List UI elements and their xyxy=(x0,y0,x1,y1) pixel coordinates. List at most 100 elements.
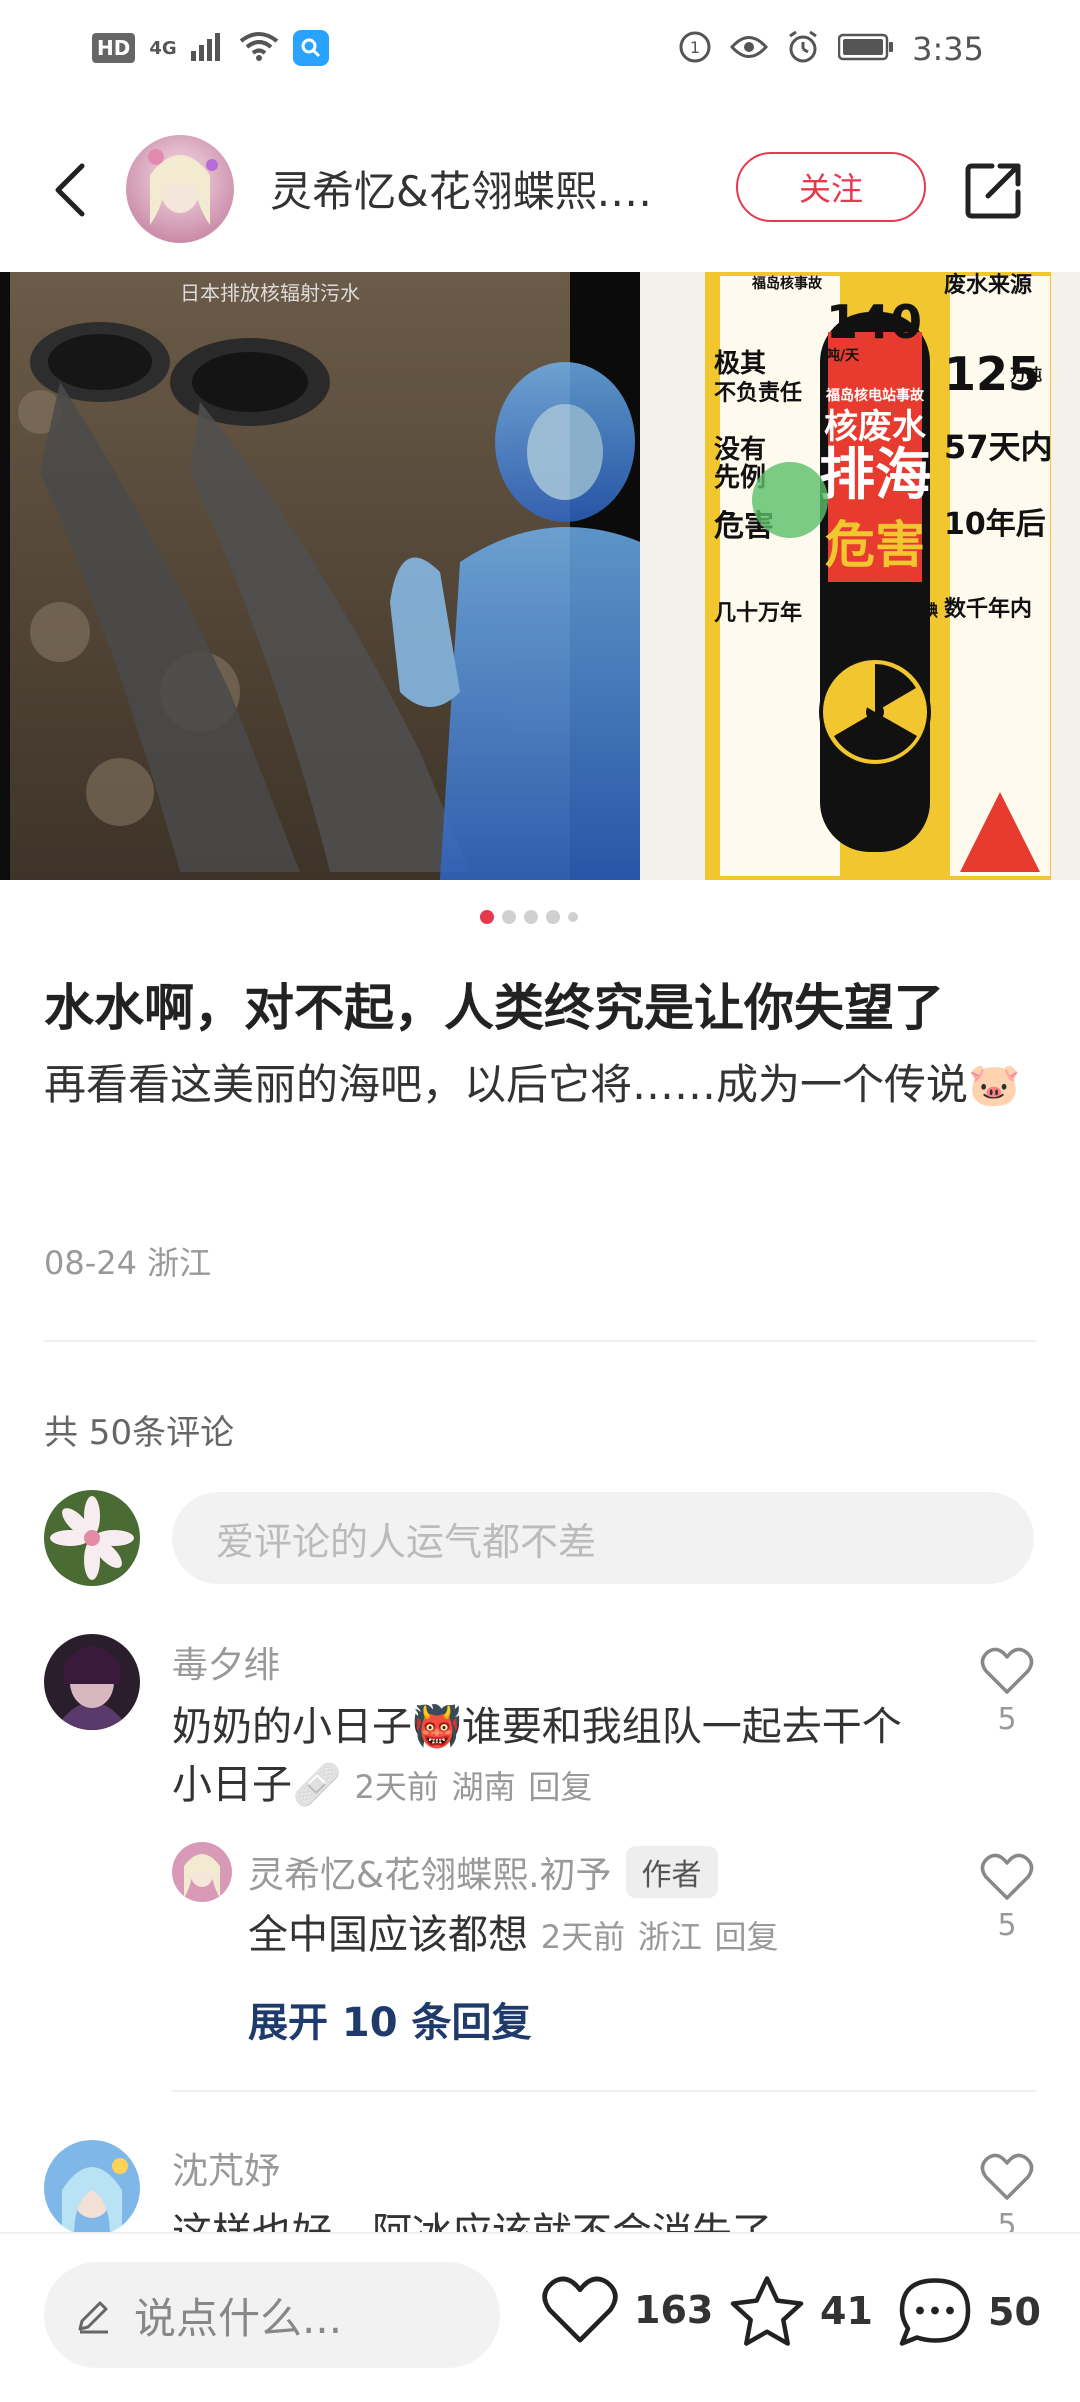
comment-input[interactable]: 爱评论的人运气都不差 xyxy=(172,1492,1034,1584)
comment-button[interactable]: 50 xyxy=(896,2274,1041,2350)
post-title: 水水啊，对不起，人类终究是让你失望了 xyxy=(44,979,944,1037)
like-count: 163 xyxy=(634,2288,714,2332)
signal-icon xyxy=(190,31,225,65)
comment-author[interactable]: 毒夕绯 xyxy=(172,1636,280,1688)
share-button[interactable] xyxy=(962,158,1026,222)
star-icon xyxy=(730,2276,804,2346)
radiation-icon xyxy=(819,656,931,768)
carousel-dot-5 xyxy=(568,912,578,922)
like-button[interactable]: 163 xyxy=(540,2274,713,2346)
eye-icon xyxy=(730,34,769,64)
info-left-3: 没有 xyxy=(714,435,766,465)
devil-emoji: 👹 xyxy=(412,1704,462,1750)
comment-divider xyxy=(172,2090,1036,2092)
comment-count: 50 xyxy=(988,2290,1041,2334)
wifi-icon xyxy=(239,31,279,65)
reply-author[interactable]: 灵希忆&花翎蝶熙.初予 xyxy=(248,1846,612,1898)
comment-bubble-icon xyxy=(899,2278,971,2346)
follow-button[interactable]: 关注 xyxy=(736,152,926,222)
post-image: 日本排放核辐射污水 福岛核事故 140 吨/天 废水来源 125 万吨 福岛核电… xyxy=(0,272,1080,880)
reply-text: 全中国应该都想 2天前 浙江 回复 xyxy=(248,1906,928,1966)
info-left-1: 极其 xyxy=(714,349,766,379)
star-count: 41 xyxy=(820,2289,873,2333)
info-center-3: 排海 xyxy=(819,443,931,508)
status-right: 1 3:35 xyxy=(678,30,984,68)
hd-badge: HD xyxy=(92,33,136,63)
author-avatar[interactable] xyxy=(126,135,234,243)
commenter-avatar[interactable] xyxy=(44,1634,140,1730)
heart-icon xyxy=(980,1853,1034,1900)
info-center-4: 危害 xyxy=(825,516,925,574)
comments-count: 共 50条评论 xyxy=(44,1413,235,1453)
carousel-dot-3 xyxy=(524,910,538,924)
info-center-1: 福岛核电站事故 xyxy=(825,387,925,404)
reply-like-button[interactable]: 5 xyxy=(972,1852,1042,1943)
reply-avatar[interactable] xyxy=(172,1842,232,1902)
info-box1-title: 福岛核事故 xyxy=(751,275,823,292)
info-left-2: 不负责任 xyxy=(714,380,802,406)
reply-header: 灵希忆&花翎蝶熙.初予 作者 xyxy=(248,1846,718,1898)
comment-text-part1: 奶奶的小日子 xyxy=(172,1704,412,1750)
expand-replies-link[interactable]: 展开 10 条回复 xyxy=(248,1990,532,2048)
info-box1-num: 140 xyxy=(826,295,922,349)
carousel-indicator xyxy=(480,910,578,924)
heart-icon xyxy=(980,2153,1034,2200)
comment-text: 奶奶的小日子👹谁要和我组队一起去干个小日子🩹 2天前 湖南 回复 xyxy=(172,1698,912,1816)
say-something-input[interactable]: 说点什么... xyxy=(44,2262,500,2368)
network-type: 4G xyxy=(149,37,177,59)
author-tag: 作者 xyxy=(625,1846,718,1898)
reply-button[interactable]: 回复 xyxy=(528,1768,592,1806)
share-icon xyxy=(965,163,1021,219)
post-image-carousel[interactable]: 日本排放核辐射污水 福岛核事故 140 吨/天 废水来源 125 万吨 福岛核电… xyxy=(0,272,1080,880)
pencil-icon xyxy=(78,2301,108,2334)
comment-like-button[interactable]: 5 xyxy=(972,2152,1042,2243)
carousel-dot-4 xyxy=(546,910,560,924)
carousel-dot-1 xyxy=(480,910,494,924)
author-name[interactable]: 灵希忆&花翎蝶熙.初予 xyxy=(270,158,680,219)
clock: 3:35 xyxy=(912,30,984,68)
comment-author[interactable]: 沈芃妤 xyxy=(172,2142,280,2194)
heart-icon xyxy=(980,1647,1034,1694)
comment-like-count: 5 xyxy=(997,1702,1017,1737)
info-right-2: 10年后 xyxy=(944,507,1046,542)
divider xyxy=(44,1340,1036,1342)
globe-icon xyxy=(752,462,828,538)
status-bar: HD 4G 1 3:35 xyxy=(0,0,1080,100)
reply-time: 2天前 xyxy=(540,1918,626,1956)
info-right-1: 57天内 xyxy=(944,428,1053,466)
comment-time: 2天前 xyxy=(354,1768,439,1806)
pig-emoji: 🐷 xyxy=(968,1060,1021,1109)
my-avatar xyxy=(44,1490,140,1586)
info-box2-title: 废水来源 xyxy=(944,272,1032,298)
post-body: 再看看这美丽的海吧，以后它将……成为一个传说🐷 xyxy=(44,1050,1034,1120)
post-header: 灵希忆&花翎蝶熙.初予 关注 xyxy=(0,130,1080,250)
reply-location: 浙江 xyxy=(637,1918,702,1956)
info-box3-unit: 万吨 xyxy=(1009,365,1042,384)
carousel-dot-2 xyxy=(502,910,516,924)
bandage-emoji: 🩹 xyxy=(292,1762,342,1808)
reply-like-count: 5 xyxy=(997,1908,1017,1943)
search-app-icon xyxy=(292,30,329,66)
alarm-icon xyxy=(786,30,820,68)
info-center-2: 核废水 xyxy=(824,407,927,447)
commenter-avatar[interactable] xyxy=(44,2140,140,2236)
bottom-action-bar: 说点什么... 163 41 50 xyxy=(0,2232,1080,2402)
info-right-3: 数千年内 xyxy=(944,596,1032,622)
hero-caption: 日本排放核辐射污水 xyxy=(180,281,360,305)
comment-location: 湖南 xyxy=(451,1768,516,1806)
star-button[interactable]: 41 xyxy=(728,2274,873,2348)
reply-reply-button[interactable]: 回复 xyxy=(715,1918,779,1956)
info-left-6: 几十万年 xyxy=(714,600,802,626)
back-button[interactable] xyxy=(40,160,100,220)
svg-text:1: 1 xyxy=(690,38,700,57)
data-saver-icon: 1 xyxy=(678,30,712,68)
info-bottom-mid: 氚、锶、铯、碘 xyxy=(826,601,938,620)
comment-like-button[interactable]: 5 xyxy=(972,1646,1042,1737)
reply-text-content: 全中国应该都想 xyxy=(248,1912,528,1958)
battery-icon xyxy=(837,33,894,65)
say-something-placeholder: 说点什么... xyxy=(134,2293,343,2343)
post-body-text: 再看看这美丽的海吧，以后它将……成为一个传说 xyxy=(44,1060,969,1109)
post-meta: 08-24 浙江 xyxy=(44,1244,212,1282)
status-left: HD 4G xyxy=(92,30,329,66)
heart-icon xyxy=(542,2276,618,2343)
